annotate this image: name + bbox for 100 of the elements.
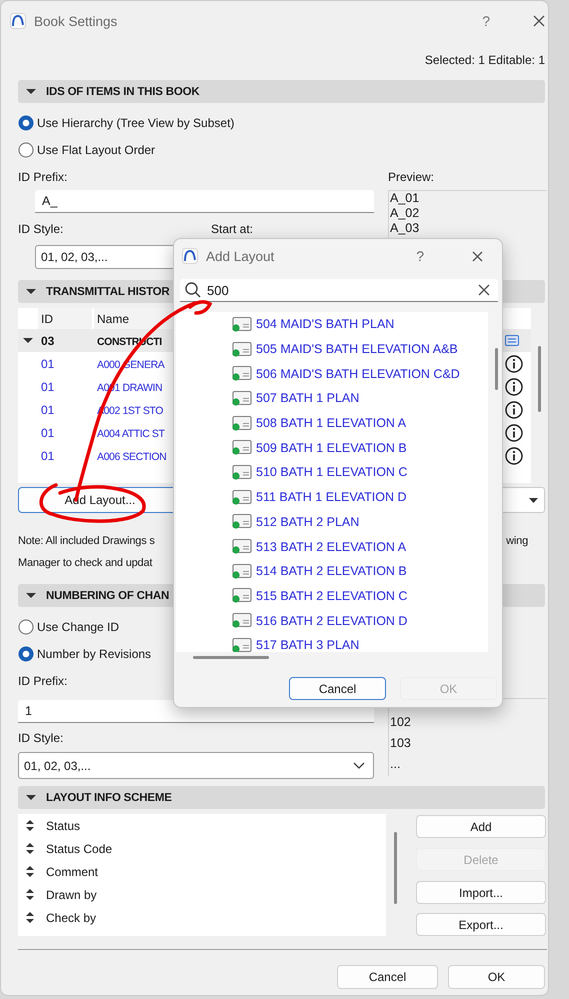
chevron-down-icon	[353, 762, 365, 769]
layout-list-item[interactable]: 510 BATH 1 ELEVATION C	[256, 465, 408, 480]
preview-text: 103	[390, 735, 412, 752]
scrollbar[interactable]	[193, 656, 269, 659]
help-button[interactable]: ?	[416, 248, 424, 264]
logo-icon	[182, 248, 198, 264]
preview-text: A_02	[390, 206, 420, 221]
id-style-dropdown[interactable]: 01, 02, 03,...	[18, 752, 374, 779]
table-cell[interactable]: 01	[41, 380, 97, 394]
list-icon[interactable]	[505, 335, 519, 346]
layout-list-item[interactable]: 505 MAID'S BATH ELEVATION A&B	[256, 342, 458, 356]
layout-list-item[interactable]: 507 BATH 1 PLAN	[256, 391, 360, 406]
up-down-arrows-icon[interactable]	[26, 820, 34, 831]
section-title: LAYOUT INFO SCHEME	[46, 792, 172, 804]
layout-list-item[interactable]: 516 BATH 2 ELEVATION D	[256, 614, 408, 628]
field-label: ID Prefix:	[18, 674, 68, 688]
layout-sheet-icon	[232, 514, 252, 530]
layout-sheet-icon	[232, 490, 252, 505]
layout-list-item[interactable]: 515 BATH 2 ELEVATION C	[256, 588, 408, 603]
scrollbar[interactable]	[495, 348, 498, 390]
caret-icon[interactable]	[23, 336, 33, 346]
layout-list-item[interactable]: 514 BATH 2 ELEVATION B	[256, 564, 407, 578]
table-cell-text: 03	[41, 334, 56, 348]
ok-button[interactable]: OK	[448, 965, 545, 989]
caret-icon[interactable]	[26, 792, 36, 802]
close-icon[interactable]	[472, 250, 483, 262]
up-down-arrows-icon[interactable]	[26, 843, 34, 854]
caret-down-icon	[529, 498, 538, 502]
caret-icon[interactable]	[26, 590, 36, 600]
layout-list-item[interactable]: 513 BATH 2 ELEVATION A	[256, 540, 406, 554]
scheme-button[interactable]: Export...	[416, 913, 546, 936]
cancel-button[interactable]: Cancel	[289, 677, 386, 700]
layout-sheet-icon	[232, 416, 252, 431]
scheme-button[interactable]: Import...	[416, 881, 546, 904]
layout-list-item[interactable]: 512 BATH 2 PLAN	[256, 514, 360, 529]
layout-list-item[interactable]: 504 MAID'S BATH PLAN	[256, 317, 394, 332]
preview-text: A_03	[390, 221, 420, 236]
layout-sheet-icon	[232, 440, 252, 456]
up-down-arrows-icon[interactable]	[26, 912, 34, 923]
scheme-button[interactable]: Add	[416, 815, 546, 838]
preview-text: 102	[390, 714, 412, 731]
field-label: ID Prefix:	[18, 170, 68, 184]
scrollbar[interactable]	[394, 832, 397, 904]
layout-sheet-icon	[232, 316, 252, 332]
table-cell[interactable]: 01	[41, 402, 97, 416]
window-title: Book Settings	[34, 14, 118, 28]
radio-label[interactable]: Use Flat Layout Order	[37, 142, 156, 156]
info-icon[interactable]	[505, 378, 523, 396]
help-button[interactable]: ?	[482, 13, 490, 29]
layout-list-item[interactable]: 511 BATH 1 ELEVATION D	[256, 490, 407, 504]
info-icon[interactable]	[505, 400, 523, 418]
radio-icon[interactable]	[18, 618, 34, 634]
radio-icon[interactable]	[18, 142, 34, 158]
radio-label[interactable]: Number by Revisions	[37, 646, 152, 660]
caret-icon[interactable]	[26, 286, 36, 296]
info-icon[interactable]	[505, 354, 523, 372]
column-header[interactable]: ID	[38, 308, 94, 329]
list-item[interactable]: Drawn by	[46, 888, 97, 902]
table-cell[interactable]: 01	[41, 448, 97, 462]
section-header[interactable]: LAYOUT INFO SCHEME	[18, 786, 545, 809]
layout-list-item[interactable]: 509 BATH 1 ELEVATION B	[256, 440, 407, 455]
layout-sheet-icon	[232, 464, 252, 480]
table-cell[interactable]: 01	[41, 356, 97, 370]
list-item[interactable]: Check by	[46, 910, 96, 924]
up-down-arrows-icon[interactable]	[26, 889, 34, 900]
list-item[interactable]: Comment	[46, 864, 98, 878]
layout-sheet-icon	[232, 366, 252, 382]
list-item[interactable]: Status	[46, 818, 80, 832]
layout-list-item[interactable]: 506 MAID'S BATH ELEVATION C&D	[256, 366, 460, 381]
cancel-button[interactable]: Cancel	[337, 965, 438, 989]
section-title: TRANSMITTAL HISTOR	[46, 286, 170, 298]
caret-icon[interactable]	[26, 86, 36, 96]
radio-label[interactable]: Use Hierarchy (Tree View by Subset)	[37, 116, 234, 130]
search-icon	[185, 282, 201, 298]
layout-list-item[interactable]: 508 BATH 1 ELEVATION A	[256, 416, 406, 430]
section-header[interactable]: IDS OF ITEMS IN THIS BOOK	[18, 80, 545, 103]
up-down-arrows-icon[interactable]	[26, 866, 34, 877]
close-icon[interactable]	[478, 284, 490, 296]
scrollbar[interactable]	[538, 346, 541, 412]
preview-text: ...	[390, 756, 402, 773]
field-label: ID Style:	[18, 730, 64, 744]
layout-list-item[interactable]: 517 BATH 3 PLAN	[256, 638, 360, 652]
preview-text: A_01	[390, 191, 420, 206]
search-field[interactable]: 500	[180, 279, 498, 302]
table-cell[interactable]: A004 ATTIC ST	[97, 428, 165, 440]
layout-sheet-icon	[232, 390, 252, 406]
note-text: wing	[506, 534, 528, 549]
id-prefix-field[interactable]: A_	[35, 190, 374, 213]
close-icon[interactable]	[533, 15, 545, 27]
table-cell[interactable]: 01	[41, 426, 97, 440]
table-cell[interactable]: A006 SECTION	[97, 450, 166, 462]
list-item[interactable]: Status Code	[46, 842, 112, 856]
radio-icon[interactable]	[18, 114, 34, 130]
radio-icon[interactable]	[18, 646, 34, 662]
logo-icon	[10, 13, 26, 29]
info-icon[interactable]	[505, 424, 523, 442]
info-icon[interactable]	[505, 446, 523, 464]
radio-label[interactable]: Use Change ID	[37, 620, 120, 634]
layout-sheet-icon	[232, 342, 252, 357]
field-label: Start at:	[211, 222, 254, 236]
